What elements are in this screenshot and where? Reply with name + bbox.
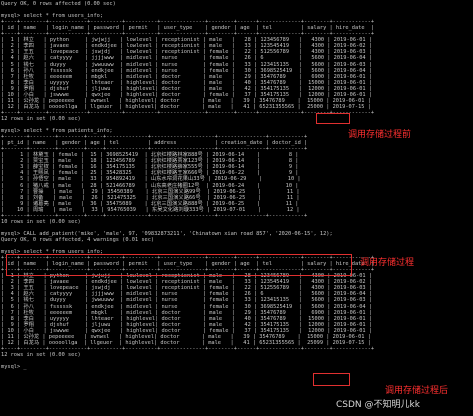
annotation-procedure-call: 调用存储过程: [360, 258, 415, 268]
highlight-box-salary-before: [316, 113, 350, 124]
terminal-line: Query OK, 0 rows affected, 4 warnings (0…: [1, 236, 155, 243]
highlight-box-salary-after: [313, 373, 350, 386]
terminal-line: 10 rows in set (0.00 sec): [1, 218, 81, 225]
terminal-line: 12 rows in set (0.00 sec): [1, 351, 81, 358]
annotation-after-call: 调用存储过程后: [385, 386, 449, 396]
terminal-line: mysql> _: [1, 364, 27, 370]
terminal-line: Query OK, 0 rows affected (0.00 sec): [1, 1, 116, 7]
annotation-before-call: 调用存储过程前: [348, 130, 412, 140]
watermark: CSDN @不知明儿kk: [336, 400, 420, 410]
terminal-window[interactable]: Query OK, 0 rows affected (0.00 sec) mysq…: [0, 0, 473, 416]
terminal-line: 12 rows in set (0.00 sec): [1, 115, 81, 122]
highlight-box-procedure-call: [6, 254, 352, 276]
